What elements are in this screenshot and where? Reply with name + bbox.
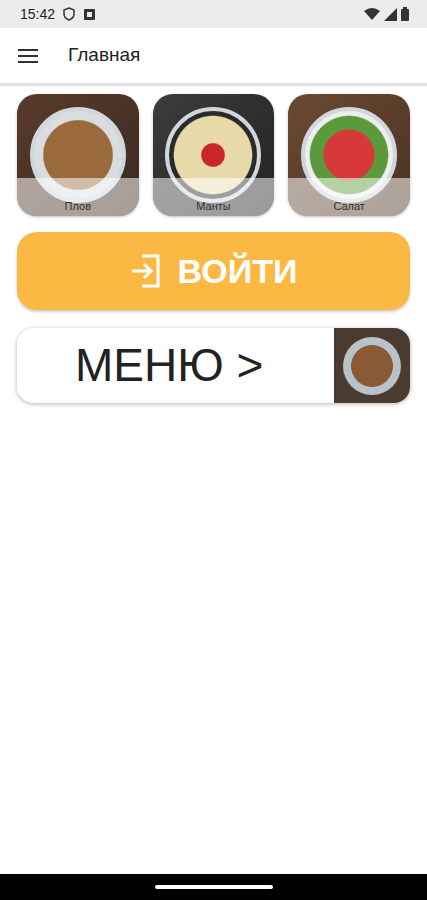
login-button[interactable]: ВОЙТИ (17, 232, 410, 310)
status-left-icons (63, 7, 96, 21)
dish-label: Салат (288, 178, 410, 216)
shield-icon (63, 7, 75, 21)
dish-card[interactable]: Салат (288, 94, 410, 216)
wifi-icon (364, 8, 380, 21)
menu-card[interactable]: МЕНЮ > (17, 328, 410, 403)
app-title: Главная (68, 41, 140, 70)
status-right-icons (364, 7, 409, 21)
hamburger-icon (18, 47, 38, 65)
content: Плов Манты Салат ВОЙТИ МЕНЮ > (0, 86, 427, 874)
navigation-bar (0, 874, 427, 900)
plate-image (343, 337, 401, 395)
login-icon (130, 253, 162, 289)
menu-button[interactable] (18, 47, 38, 65)
dish-label: Плов (17, 178, 139, 216)
menu-photo (334, 328, 410, 403)
gesture-handle[interactable] (155, 885, 273, 889)
status-time: 15:42 (20, 4, 55, 25)
login-label: ВОЙТИ (178, 246, 298, 297)
dish-label: Манты (153, 178, 275, 216)
app-bar: Главная (0, 28, 427, 86)
status-bar: 15:42 (0, 0, 427, 28)
signal-icon (384, 8, 397, 21)
dish-card[interactable]: Манты (153, 94, 275, 216)
battery-icon (401, 7, 409, 21)
menu-label: МЕНЮ > (17, 328, 334, 403)
notification-icon (83, 8, 96, 21)
dish-card[interactable]: Плов (17, 94, 139, 216)
dish-list: Плов Манты Салат (17, 94, 410, 216)
